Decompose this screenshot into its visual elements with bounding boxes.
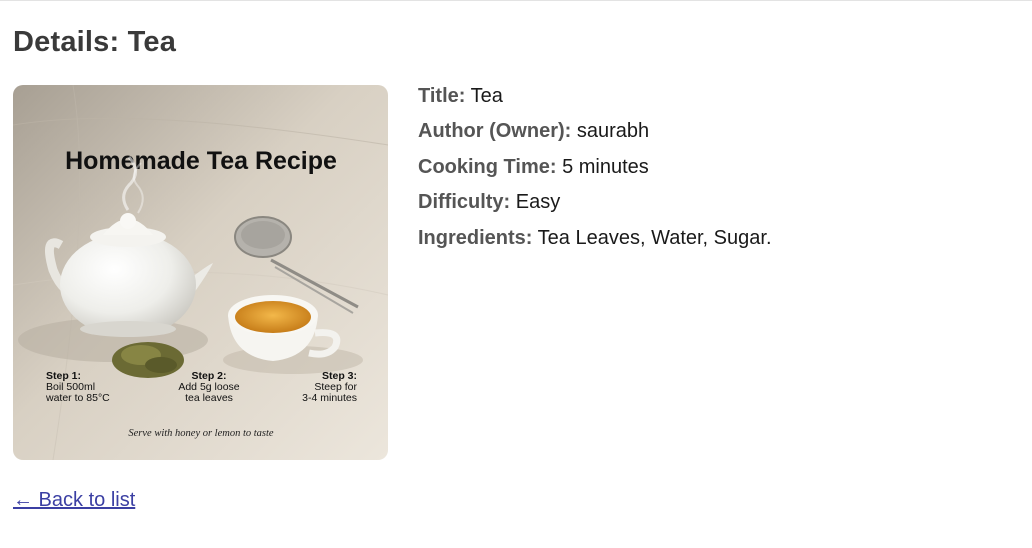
recipe-details: Title: Tea Author (Owner): saurabh Cooki…: [418, 84, 772, 261]
cooking-time-value: 5 minutes: [562, 155, 649, 178]
recipe-image: Homemade Tea Recipe Step 1: Boil 500ml w…: [13, 85, 388, 460]
top-divider: [0, 0, 1032, 1]
title-label: Title:: [418, 85, 466, 107]
detail-title: Title: Tea: [418, 84, 772, 108]
step3-line2: 3-4 minutes: [302, 392, 357, 404]
detail-author: Author (Owner): saurabh: [418, 119, 772, 143]
cooking-time-label: Cooking Time:: [418, 155, 557, 178]
difficulty-value: Easy: [515, 191, 561, 214]
detail-ingredients: Ingredients: Tea Leaves, Water, Sugar.: [418, 226, 772, 250]
image-title: Homemade Tea Recipe: [65, 147, 337, 175]
detail-difficulty: Difficulty: Easy: [418, 190, 772, 214]
ingredients-label: Ingredients:: [418, 226, 533, 249]
image-footer: Serve with honey or lemon to taste: [128, 428, 274, 439]
back-to-list-link[interactable]: ← Back to list: [13, 489, 135, 512]
step1-line2: water to 85°C: [45, 392, 110, 404]
detail-cooking-time: Cooking Time: 5 minutes: [418, 155, 772, 179]
title-value: Tea: [470, 85, 503, 107]
author-value: saurabh: [576, 120, 650, 143]
author-label: Author (Owner):: [418, 120, 572, 143]
page-title: Details: Tea: [13, 26, 177, 58]
ingredients-value: Tea Leaves, Water, Sugar.: [537, 226, 772, 249]
difficulty-label: Difficulty:: [418, 191, 511, 214]
step2-line2: tea leaves: [185, 392, 233, 404]
